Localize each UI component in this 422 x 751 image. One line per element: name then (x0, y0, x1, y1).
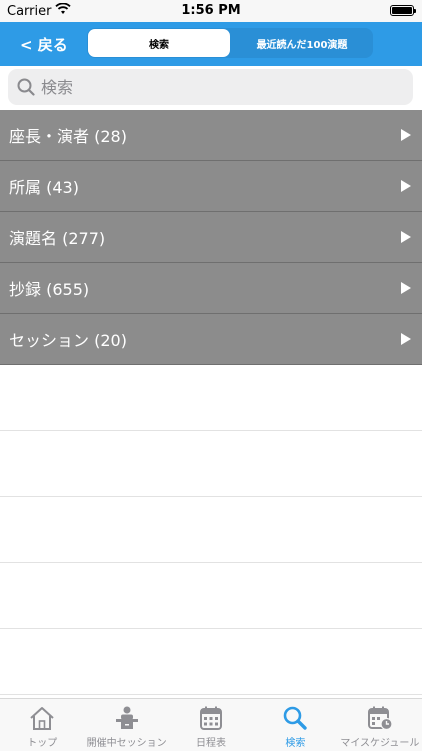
category-row-speaker[interactable]: 座長・演者 (28) (0, 110, 422, 161)
calendar-icon (197, 705, 225, 731)
segment-recent-100[interactable]: 最近読んだ100演題 (231, 28, 373, 58)
search-bar (0, 66, 422, 110)
presenter-icon (113, 705, 141, 731)
category-label: セッション (20) (9, 331, 127, 350)
category-label: 所属 (43) (9, 178, 79, 197)
status-bar: Carrier 1:56 PM (0, 0, 422, 22)
empty-row (0, 431, 422, 497)
tab-label: マイスケジュール (340, 738, 420, 749)
chevron-right-icon (401, 129, 411, 141)
tab-label: トップ (27, 738, 58, 749)
tab-label: 日程表 (196, 738, 227, 749)
category-row-affiliation[interactable]: 所属 (43) (0, 161, 422, 212)
chevron-right-icon (401, 180, 411, 192)
search-field[interactable] (8, 69, 413, 105)
chevron-right-icon (401, 231, 411, 243)
category-label: 抄録 (655) (9, 280, 90, 299)
tab-schedule[interactable]: 日程表 (169, 699, 253, 751)
search-input[interactable] (39, 76, 383, 98)
tab-bar: トップ 開催中セッション 日程表 検索 マイスケジュール (0, 698, 422, 751)
search-icon (281, 705, 309, 731)
status-time: 1:56 PM (181, 3, 241, 18)
category-label: 座長・演者 (28) (9, 127, 127, 146)
empty-row (0, 563, 422, 629)
empty-row (0, 497, 422, 563)
category-list: 座長・演者 (28) 所属 (43) 演題名 (277) 抄録 (655) セッ… (0, 110, 422, 365)
tab-top[interactable]: トップ (0, 699, 84, 751)
search-icon (17, 78, 35, 96)
battery-icon (390, 5, 416, 16)
segmented-control: 検索 最近読んだ100演題 (87, 28, 373, 58)
calendar-clock-icon (366, 705, 394, 731)
tab-my-schedule[interactable]: マイスケジュール (338, 699, 422, 751)
tab-search[interactable]: 検索 (253, 699, 337, 751)
tab-label: 検索 (285, 738, 306, 749)
category-row-abstract[interactable]: 抄録 (655) (0, 263, 422, 314)
empty-row (0, 629, 422, 695)
category-row-session[interactable]: セッション (20) (0, 314, 422, 365)
segment-search[interactable]: 検索 (88, 29, 230, 57)
empty-list-area (0, 365, 422, 695)
tab-live-sessions[interactable]: 開催中セッション (84, 699, 168, 751)
tab-label: 開催中セッション (86, 738, 167, 749)
empty-row (0, 365, 422, 431)
navigation-bar: < 戻る 検索 最近読んだ100演題 (0, 22, 422, 66)
chevron-right-icon (401, 333, 411, 345)
home-icon (28, 705, 56, 731)
category-label: 演題名 (277) (9, 229, 106, 248)
chevron-right-icon (401, 282, 411, 294)
category-row-title[interactable]: 演題名 (277) (0, 212, 422, 263)
back-button[interactable]: < 戻る (20, 34, 68, 55)
